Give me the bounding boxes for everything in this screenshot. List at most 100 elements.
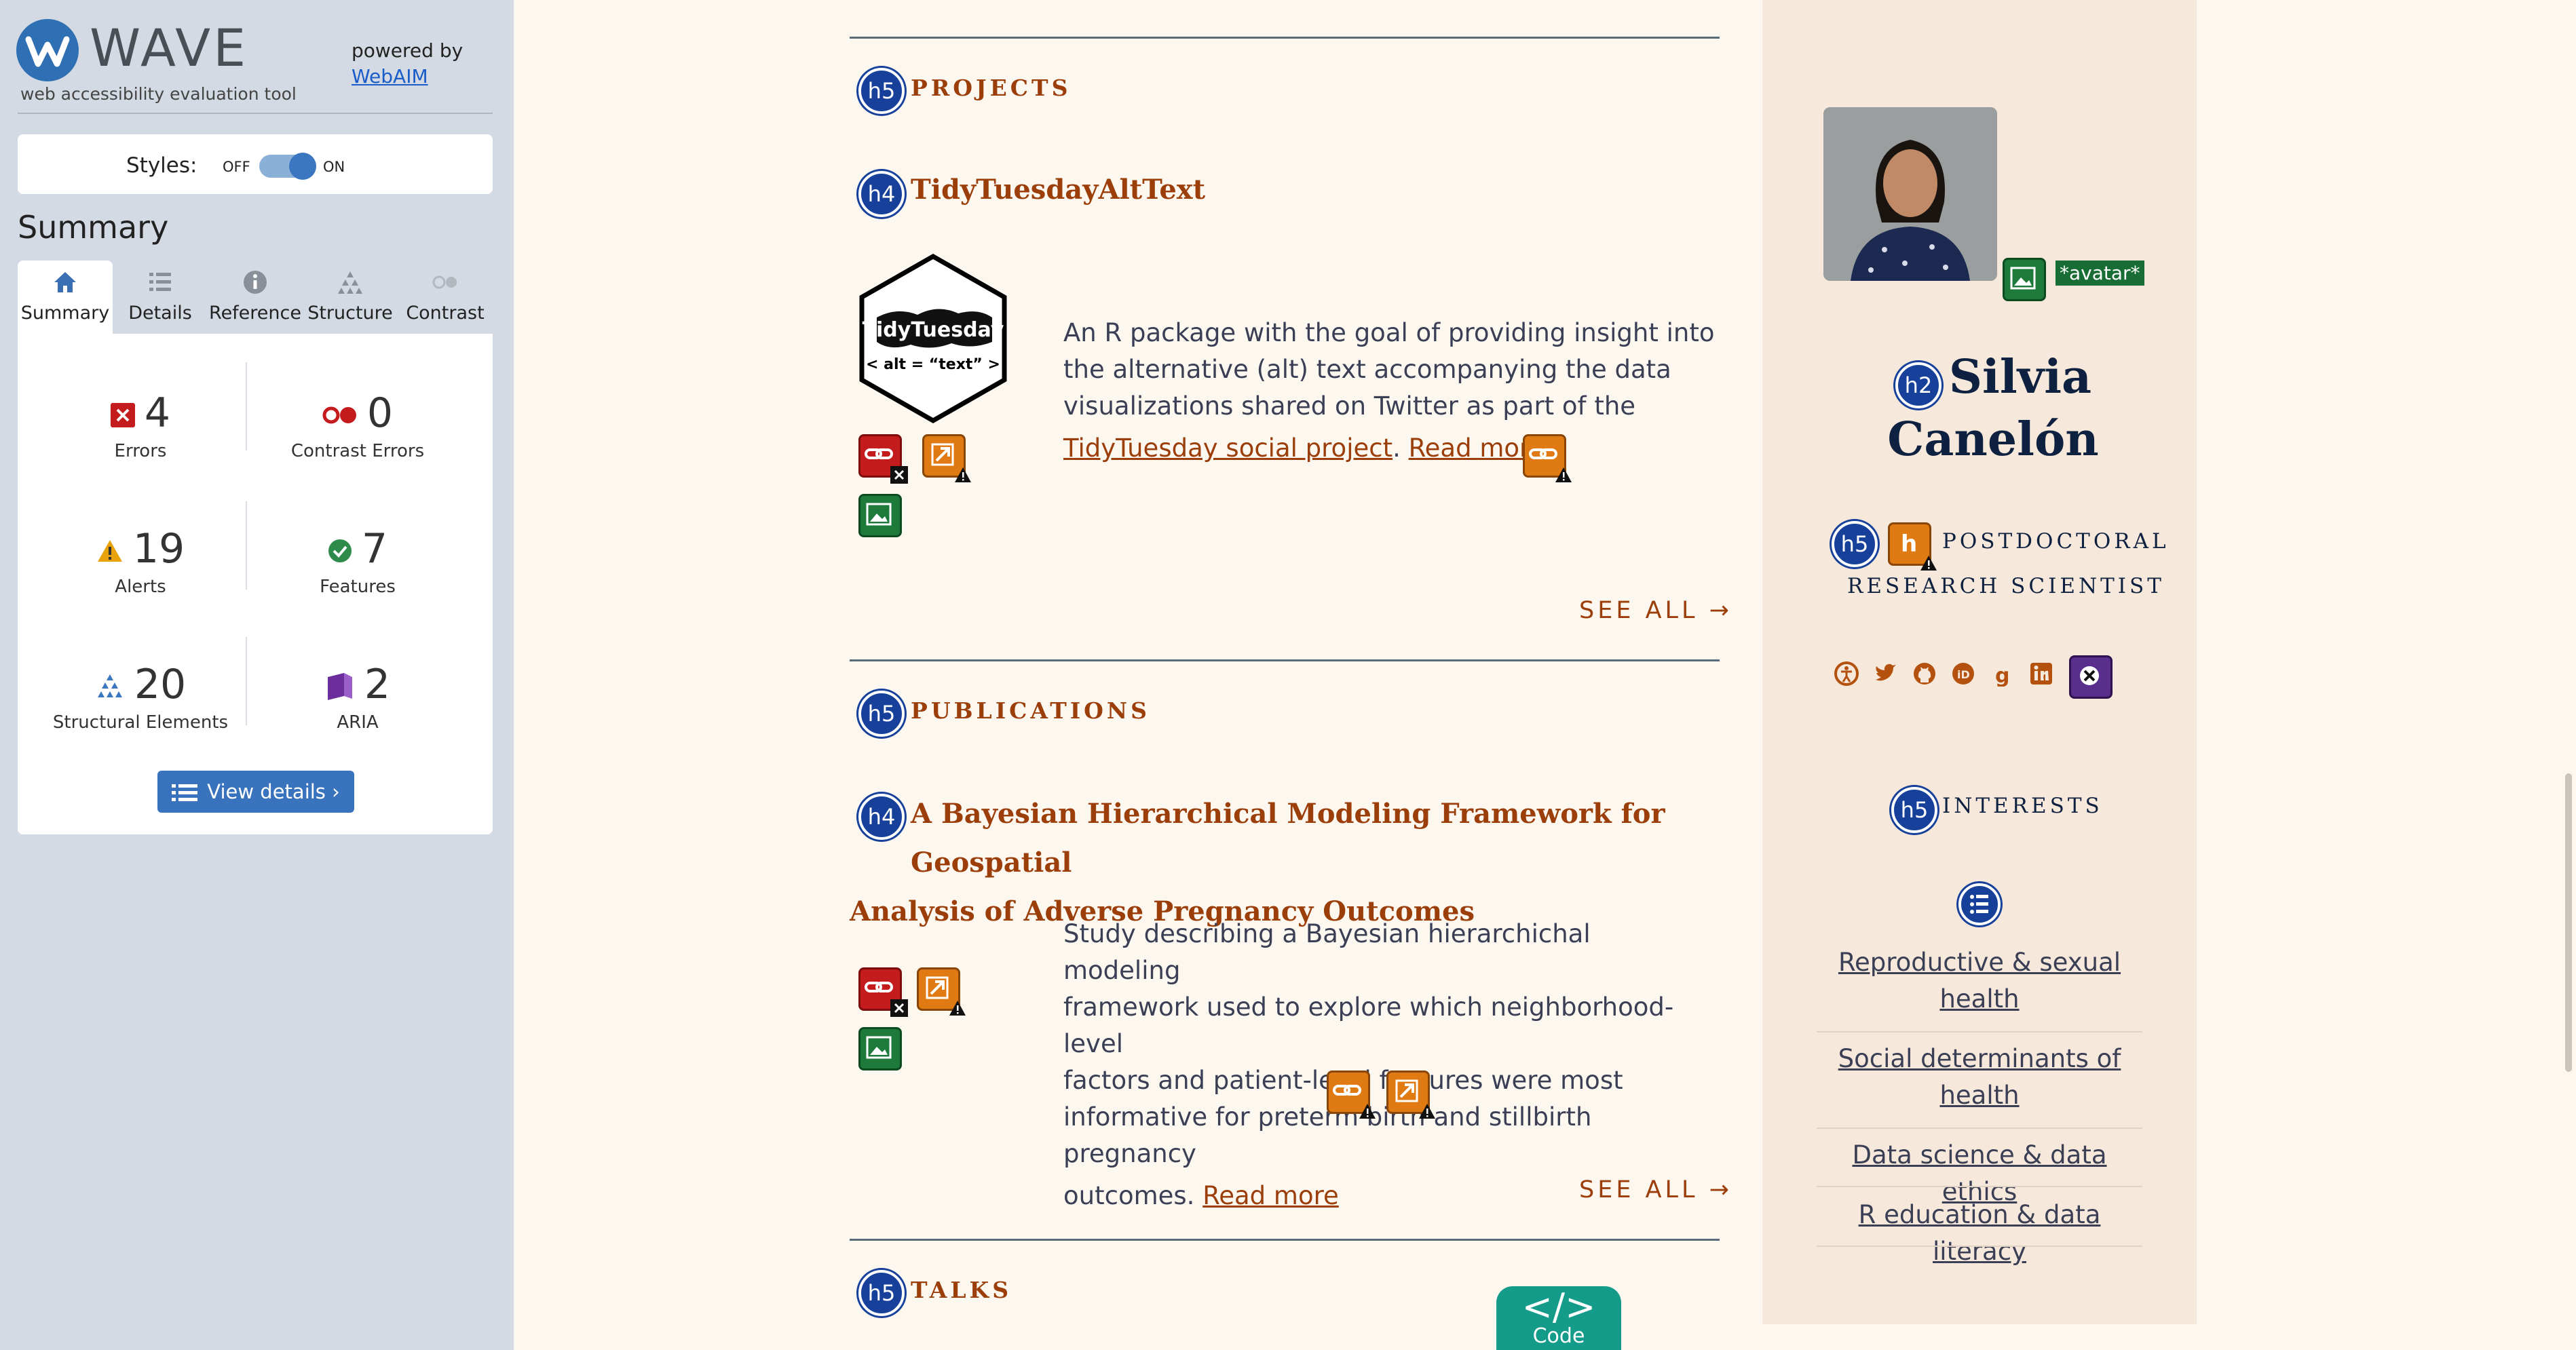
avatar-alt-tag: *avatar* [2056, 261, 2144, 286]
wave-alert-redundant-link-icon[interactable] [922, 434, 971, 482]
aria-icon [327, 673, 352, 701]
tab-structure[interactable]: Structure [303, 261, 398, 334]
tidytuesday-link[interactable]: TidyTuesday social project [1063, 433, 1393, 463]
scrollbar-thumb[interactable] [2565, 773, 2572, 1072]
features-stat[interactable]: 7 Features [252, 525, 463, 597]
svg-text:iD: iD [1957, 668, 1970, 681]
code-button[interactable]: </> Code [1496, 1286, 1621, 1350]
projects-see-all-link[interactable]: SEE ALL → [1579, 597, 1732, 624]
wave-feature-alt-text-icon[interactable] [858, 494, 902, 537]
h5-badge[interactable]: h5 [1832, 521, 1878, 567]
talks-heading: TALKS [911, 1277, 1012, 1303]
aria-stat[interactable]: 2 ARIA [252, 661, 463, 733]
styles-toggle[interactable] [259, 153, 316, 180]
wave-feature-image-icon[interactable] [2003, 258, 2046, 301]
structural-stat[interactable]: 20 Structural Elements [35, 661, 246, 733]
wave-alert-suspicious-link-icon[interactable] [1327, 1071, 1376, 1119]
h5-badge[interactable]: h5 [858, 68, 905, 114]
section-divider [850, 37, 1720, 39]
summary-heading: Summary [18, 209, 169, 246]
divider [246, 362, 247, 450]
wave-alert-redundant-link-icon[interactable] [1386, 1071, 1435, 1119]
wave-aria-hidden-icon[interactable] [2069, 655, 2113, 699]
project-title[interactable]: TidyTuesdayAltText [911, 166, 1205, 214]
wave-logo-icon [16, 19, 79, 81]
styles-toggle-box: Styles: OFF ON [18, 134, 493, 194]
divider [1817, 1031, 2142, 1033]
github-icon[interactable] [1912, 661, 1937, 687]
webaim-link[interactable]: WebAIM [352, 65, 428, 88]
publication-title[interactable]: A Bayesian Hierarchical Modeling Framewo… [850, 790, 1725, 936]
profile-sidebar: *avatar* h2 Silvia Canelón h5 h POSTDOCT… [1762, 0, 2197, 1324]
wave-alert-redundant-link-icon[interactable] [917, 967, 966, 1016]
tidytuesday-logo: TidyTuesday < alt = “text” > [859, 253, 1007, 424]
projects-heading: PROJECTS [911, 75, 1072, 101]
section-divider [850, 659, 1720, 661]
interest-item[interactable]: Social determinants of health [1817, 1041, 2142, 1114]
contrast-errors-count: 0 [366, 389, 394, 437]
orcid-icon[interactable]: iD [1950, 661, 1976, 687]
list-badge[interactable] [1958, 883, 2001, 925]
publications-see-all-link[interactable]: SEE ALL → [1579, 1176, 1732, 1203]
publications-heading: PUBLICATIONS [911, 697, 1150, 724]
main-content: h5 PROJECTS h4 TidyTuesdayAltText TidyTu… [514, 0, 1762, 1350]
view-details-button[interactable]: View details › [157, 771, 354, 813]
tab-reference[interactable]: Reference [208, 261, 303, 334]
contrast-errors-stat[interactable]: 0 Contrast Errors [252, 389, 463, 461]
divider [18, 113, 493, 114]
tab-details[interactable]: Details [113, 261, 208, 334]
errors-stat[interactable]: 4 Errors [35, 389, 246, 461]
title-line: A Bayesian Hierarchical Modeling Framewo… [911, 798, 1665, 879]
desc-line: visualizations shared on Twitter as part… [1063, 391, 1636, 421]
interest-line: Reproductive & sexual [1838, 948, 2121, 977]
read-more-link[interactable]: Read more [1202, 1181, 1339, 1210]
structure-elements-icon [97, 674, 122, 698]
linkedin-icon[interactable] [2028, 661, 2054, 687]
twitter-icon[interactable] [1873, 661, 1899, 687]
profile-name: Silvia Canelón [1803, 346, 2183, 471]
wave-error-link-icon[interactable] [858, 967, 908, 1017]
wave-feature-alt-text-icon[interactable] [858, 1027, 902, 1071]
wave-error-link-icon[interactable] [858, 434, 908, 484]
interest-line: health [1939, 1081, 2020, 1110]
structure-icon [338, 271, 362, 294]
interest-item[interactable]: R education & data literacy [1817, 1197, 2142, 1270]
wave-alert-suspicious-link-icon[interactable] [1523, 434, 1572, 482]
tab-summary[interactable]: Summary [18, 261, 113, 334]
tab-bar: Summary Details Reference Structure Cont… [18, 261, 493, 334]
accessibility-icon[interactable] [1834, 661, 1859, 687]
interest-item[interactable]: Reproductive & sexual health [1817, 944, 2142, 1018]
interests-heading: INTERESTS [1942, 794, 2103, 818]
tab-contrast[interactable]: Contrast [398, 261, 493, 334]
interest-line: Social determinants of [1838, 1044, 2121, 1073]
alerts-stat[interactable]: 19 Alerts [35, 525, 246, 597]
divider [246, 637, 247, 725]
avatar [1823, 107, 1997, 281]
aria-label: ARIA [337, 712, 379, 733]
divider [1817, 1246, 2142, 1247]
desc-line: the alternative (alt) text accompanying … [1063, 355, 1671, 384]
error-icon [110, 403, 135, 428]
h4-badge[interactable]: h4 [858, 171, 905, 217]
styles-off-label: OFF [223, 159, 250, 175]
desc-line: Study describing a Bayesian hierarchicha… [1063, 919, 1591, 985]
list-icon [149, 273, 171, 291]
divider [1817, 1127, 2142, 1129]
name-line: Canelón [1887, 412, 2099, 467]
page-scrollbar[interactable] [2562, 0, 2576, 1350]
svg-text:h: h [1901, 531, 1917, 557]
interest-line: R education & data literacy [1858, 1200, 2101, 1266]
h5-badge[interactable]: h5 [1891, 787, 1937, 833]
h5-badge[interactable]: h5 [858, 1270, 905, 1316]
h5-badge[interactable]: h5 [858, 691, 905, 737]
svg-text:g: g [1995, 664, 2009, 687]
desc-line: framework used to explore which neighbor… [1063, 992, 1674, 1058]
contrast-errors-label: Contrast Errors [290, 441, 425, 461]
profile-title-line2: RESEARCH SCIENTIST [1847, 574, 2165, 598]
view-details-label: View details › [207, 780, 340, 803]
contrast-icon [432, 275, 457, 289]
structural-label: Structural Elements [52, 712, 229, 733]
google-scholar-icon[interactable]: g [1990, 661, 2015, 688]
wave-alert-heading-icon[interactable]: h [1888, 522, 1937, 571]
alerts-count: 19 [132, 525, 185, 573]
